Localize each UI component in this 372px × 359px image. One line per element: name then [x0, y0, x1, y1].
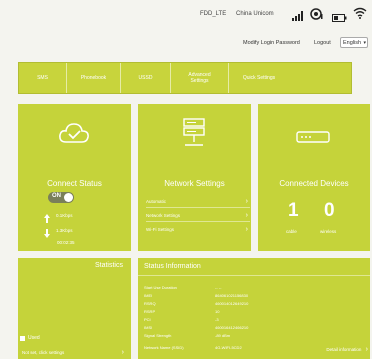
info-label: IMEI: [144, 293, 153, 298]
info-value: -3: [215, 317, 219, 322]
download-rate: 1.3Kbps: [56, 228, 73, 233]
link-label: Automatic: [146, 199, 167, 204]
status-information-card: Status Information: [138, 258, 370, 359]
nav-label: Phonebook: [80, 75, 107, 81]
cable-label: cable: [286, 229, 297, 234]
nav-label: USSD: [138, 75, 153, 81]
info-value: 10: [215, 309, 220, 314]
carrier-name: China Unicom: [236, 11, 274, 17]
used-legend-swatch: [20, 336, 25, 341]
network-settings-title: Network Settings: [164, 179, 225, 188]
router-icon: [296, 129, 330, 150]
info-value: -89 dBm: [215, 333, 231, 338]
battery-icon: [332, 9, 347, 27]
signal-strength-icon: [292, 8, 304, 26]
info-label: RSRP: [144, 309, 156, 314]
status-information-title: Status Information: [144, 263, 201, 270]
chevron-right-icon: ›: [365, 346, 368, 353]
wifi-icon: [353, 6, 367, 24]
network-type: FDD_LTE: [200, 11, 227, 17]
used-label: Used: [28, 335, 40, 341]
chevron-right-icon: ›: [245, 212, 248, 219]
statistics-card: Statistics Used Not set, click settings …: [18, 258, 131, 359]
link-label: Wi-Fi Settings: [146, 227, 175, 232]
network-link-automatic[interactable]: Automatic ›: [146, 196, 250, 208]
cloud-check-icon: [58, 122, 90, 151]
toggle-knob: [64, 193, 73, 202]
toggle-label: ON: [52, 193, 61, 199]
connection-toggle[interactable]: ON: [48, 192, 74, 203]
info-value: 864061021156830: [215, 293, 249, 298]
network-link-wifi-settings[interactable]: Wi-Fi Settings ›: [146, 224, 250, 235]
divider: [138, 275, 370, 276]
nav-label: Advanced Settings: [188, 72, 211, 84]
nav-label: Quick Settings: [242, 75, 276, 81]
statistics-title: Statistics: [94, 262, 123, 269]
info-label: Start Use Duration: [144, 285, 177, 290]
link-label: Not set, click settings: [22, 350, 65, 355]
network-settings-card: Network Settings Automatic › Network Set…: [138, 104, 251, 251]
download-arrow-icon: [44, 225, 50, 243]
connect-status-title: Connect Status: [47, 179, 102, 188]
logout-link[interactable]: Logout: [314, 40, 331, 46]
info-value: 460016412466210: [215, 325, 249, 330]
server-icon: [182, 118, 206, 153]
info-value: 4G-WIFI-5CD2: [215, 345, 242, 350]
nav-label: SMS: [37, 75, 48, 81]
language-value: English: [343, 40, 362, 46]
nav-advanced-settings[interactable]: Advanced Settings: [171, 63, 229, 93]
nav-ussd[interactable]: USSD: [121, 63, 171, 93]
connect-status-card: Connect Status: [18, 104, 131, 251]
network-link-network-settings[interactable]: Network Settings ›: [146, 210, 250, 222]
info-label: PCI: [144, 317, 151, 322]
info-value: 460014012649210: [215, 301, 249, 306]
chevron-down-icon: ▾: [363, 40, 366, 46]
wireless-device-count: 0: [324, 200, 335, 221]
nav-sms[interactable]: SMS: [19, 63, 67, 93]
statistics-settings-link[interactable]: Not set, click settings ›: [22, 348, 128, 358]
nav-phonebook[interactable]: Phonebook: [67, 63, 121, 93]
connection-duration: 00:02:35: [57, 240, 75, 245]
connected-devices-title: Connected Devices: [279, 179, 349, 188]
wireless-label: wireless: [320, 229, 337, 234]
status-bar: FDD_LTE China Unicom: [0, 0, 372, 30]
nav-quick-settings[interactable]: Quick Settings: [229, 63, 289, 93]
link-label: Network Settings: [146, 213, 181, 218]
info-value: -- --: [215, 285, 222, 290]
language-select[interactable]: English ▾: [340, 37, 368, 48]
chevron-right-icon: ›: [245, 198, 248, 205]
modify-password-link[interactable]: Modify Login Password: [243, 40, 300, 46]
main-nav: SMS Phonebook USSD Advanced Settings Qui…: [18, 62, 352, 94]
info-label: Network Name (SSID): [144, 345, 184, 350]
info-label: IMSI: [144, 325, 153, 330]
chevron-right-icon: ›: [121, 349, 124, 356]
chevron-right-icon: ›: [245, 226, 248, 233]
upload-rate: 0.1Kbps: [56, 213, 73, 218]
detail-information-link[interactable]: Detail information ›: [302, 345, 368, 355]
info-label: Signal Strength: [144, 333, 172, 338]
info-label: RSRQ: [144, 301, 156, 306]
link-label: Detail information: [326, 347, 362, 352]
connected-devices-card: Connected Devices 1 0 cable wireless: [258, 104, 370, 251]
wifi-status-icon: [310, 7, 324, 25]
cable-device-count: 1: [288, 200, 299, 221]
